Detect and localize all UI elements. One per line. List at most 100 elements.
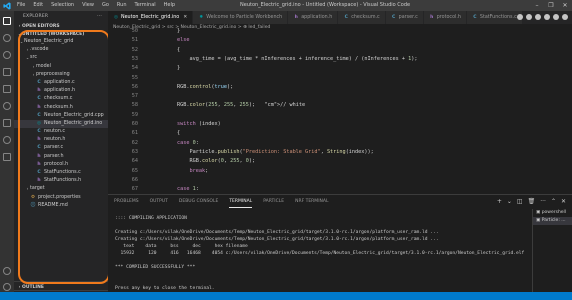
- tree-item[interactable]: h protocol.h: [14, 161, 108, 169]
- menu-view[interactable]: View: [78, 0, 98, 11]
- particle-flash-icon[interactable]: [526, 14, 532, 20]
- editor-tab[interactable]: Cchecksum.c: [338, 11, 386, 24]
- code-text: case 1:: [177, 186, 199, 193]
- menu-run[interactable]: Run: [113, 0, 131, 11]
- open-editors-section[interactable]: › OPEN EDITORS: [14, 22, 108, 30]
- close-icon[interactable]: ✕: [558, 0, 572, 11]
- chevron-down-icon[interactable]: ⌄: [507, 198, 512, 205]
- code-line: 60 switch (index): [108, 120, 221, 129]
- run-debug-icon[interactable]: [3, 68, 11, 76]
- menu-help[interactable]: Help: [160, 0, 179, 11]
- tree-item[interactable]: h StatFunctions.h: [14, 177, 108, 185]
- tree-root-folder[interactable]: ⌄ Neuton_Electric_grid: [14, 38, 108, 46]
- editor-tab[interactable]: C StatFunctions.c: [466, 11, 523, 24]
- code-text: break;: [189, 167, 209, 174]
- maximize-panel-icon[interactable]: ⌃: [551, 198, 556, 205]
- account-icon[interactable]: [3, 267, 11, 275]
- compare-icon[interactable]: [544, 14, 550, 20]
- code-text: Particle.publish("Prediction: Stable Gri…: [152, 148, 374, 155]
- extensions-icon[interactable]: [3, 85, 11, 93]
- panel-tab-particle[interactable]: PARTICLE: [263, 195, 284, 208]
- panel-tab-output[interactable]: OUTPUT: [150, 195, 168, 208]
- kill-terminal-icon[interactable]: 🗑: [528, 198, 536, 205]
- tree-item[interactable]: › .vscode: [14, 46, 108, 54]
- tree-item[interactable]: ◎ Neuton_Electric_grid.ino: [14, 119, 108, 129]
- tree-item[interactable]: ⌄ src: [14, 54, 108, 62]
- code-line: 56 RGB.control(true);: [108, 83, 233, 92]
- tree-item[interactable]: h application.h: [14, 87, 108, 95]
- code-line: 59: [108, 111, 152, 120]
- bottom-panel: PROBLEMS OUTPUT DEBUG CONSOLE TERMINAL PARTI…: [108, 194, 572, 297]
- tree-item[interactable]: Capplication.c: [14, 79, 108, 87]
- editor-tab[interactable]: ✹ Welcome to Particle Workbench: [193, 11, 289, 24]
- tree-item[interactable]: h parser.h: [14, 153, 108, 161]
- remote-icon[interactable]: [3, 119, 11, 127]
- panel-tab-problems[interactable]: PROBLEMS: [114, 195, 139, 208]
- close-panel-icon[interactable]: ✕: [561, 198, 566, 205]
- split-terminal-icon[interactable]: ◫: [517, 198, 523, 205]
- editor-tab[interactable]: Cparser.c: [385, 11, 424, 24]
- more-icon[interactable]: ···: [540, 198, 546, 205]
- minimize-icon[interactable]: –: [530, 0, 544, 11]
- tree-item[interactable]: h neuton.h: [14, 136, 108, 144]
- workspace-section[interactable]: ⌄UNTITLED (WORKSPACE): [14, 30, 108, 38]
- testing-icon[interactable]: [3, 136, 11, 144]
- tab-label: protocol.h: [436, 15, 461, 20]
- explorer-icon[interactable]: [3, 17, 11, 25]
- terminal-item-particle[interactable]: ▣ Particle: ...: [533, 217, 572, 225]
- menu-go[interactable]: Go: [98, 0, 113, 11]
- editor-tab[interactable]: ◎ Neuton_Electric_grid.ino ✕: [108, 11, 194, 24]
- code-editor[interactable]: 50 } 51 else 52 {53 avg_time = (avg_time *…: [108, 28, 572, 239]
- editor-tab[interactable]: h application.h: [288, 11, 339, 24]
- tree-item[interactable]: h checksum.h: [14, 104, 108, 112]
- more-icon[interactable]: [562, 14, 568, 20]
- panel-tab-terminal[interactable]: TERMINAL: [229, 195, 253, 208]
- tree-item[interactable]: › model: [14, 63, 108, 71]
- terminal-line: *** COMPILED SUCCESSFULLY ***: [115, 265, 196, 270]
- menu-selection[interactable]: Selection: [47, 0, 78, 11]
- panel-tab-debug-console[interactable]: DEBUG CONSOLE: [179, 195, 218, 208]
- tree-item[interactable]: C StatFunctions.c: [14, 169, 108, 177]
- close-tab-icon[interactable]: ✕: [183, 15, 187, 20]
- line-number: 65: [131, 167, 138, 174]
- menu-terminal[interactable]: Terminal: [131, 0, 160, 11]
- tree-item-label: project.properties: [38, 194, 81, 200]
- run-icon[interactable]: [535, 14, 541, 20]
- tree-item[interactable]: › target: [14, 185, 108, 193]
- settings-icon[interactable]: [3, 283, 11, 291]
- activity-bar: [0, 11, 14, 300]
- particle-icon[interactable]: [3, 102, 11, 110]
- menu-edit[interactable]: Edit: [29, 0, 47, 11]
- tree-item[interactable]: ⓘ README.md: [14, 202, 108, 210]
- source-control-icon[interactable]: [3, 51, 11, 59]
- tree-item-label: StatFunctions.h: [44, 178, 82, 184]
- particle-compile-icon[interactable]: [517, 14, 523, 20]
- code-text: else: [177, 37, 190, 44]
- vscode-logo-icon: [0, 0, 13, 11]
- code-text: switch (index): [177, 121, 221, 127]
- more-actions-icon[interactable]: ···: [97, 11, 102, 22]
- tree-item[interactable]: Cchecksum.c: [14, 95, 108, 103]
- panel-tab-nrf-terminal[interactable]: NRF TERMINAL: [295, 195, 328, 208]
- tree-item-label: Neuton_Electric_grid.cpp: [44, 112, 104, 118]
- split-editor-icon[interactable]: [553, 14, 559, 20]
- line-number: 63: [131, 148, 138, 155]
- tree-item[interactable]: Cneuton.c: [14, 128, 108, 136]
- code-line: 52 {: [108, 46, 180, 55]
- tree-item[interactable]: C Neuton_Electric_grid.cpp: [14, 112, 108, 120]
- tree-item[interactable]: Cparser.c: [14, 144, 108, 152]
- tree-item[interactable]: › preprocessing: [14, 71, 108, 79]
- terminal-item-powershell[interactable]: ▣ powershell: [533, 209, 572, 217]
- docker-icon[interactable]: [3, 153, 11, 161]
- restore-icon[interactable]: ❐: [544, 0, 558, 11]
- editor-tab[interactable]: h protocol.h: [423, 11, 467, 24]
- new-terminal-icon[interactable]: +: [497, 198, 502, 205]
- tree-item[interactable]: ⚙ project.properties: [14, 194, 108, 202]
- terminal-output[interactable]: :::: COMPILING APPLICATION Creating c:/Us…: [115, 215, 524, 299]
- outline-section[interactable]: › OUTLINE: [14, 281, 108, 290]
- file-c-icon: C: [37, 79, 41, 85]
- menu-file[interactable]: File: [13, 0, 29, 11]
- search-icon[interactable]: [3, 34, 11, 42]
- file-ino-icon: ◎: [37, 120, 41, 126]
- tab-label: checksum.c: [351, 15, 380, 20]
